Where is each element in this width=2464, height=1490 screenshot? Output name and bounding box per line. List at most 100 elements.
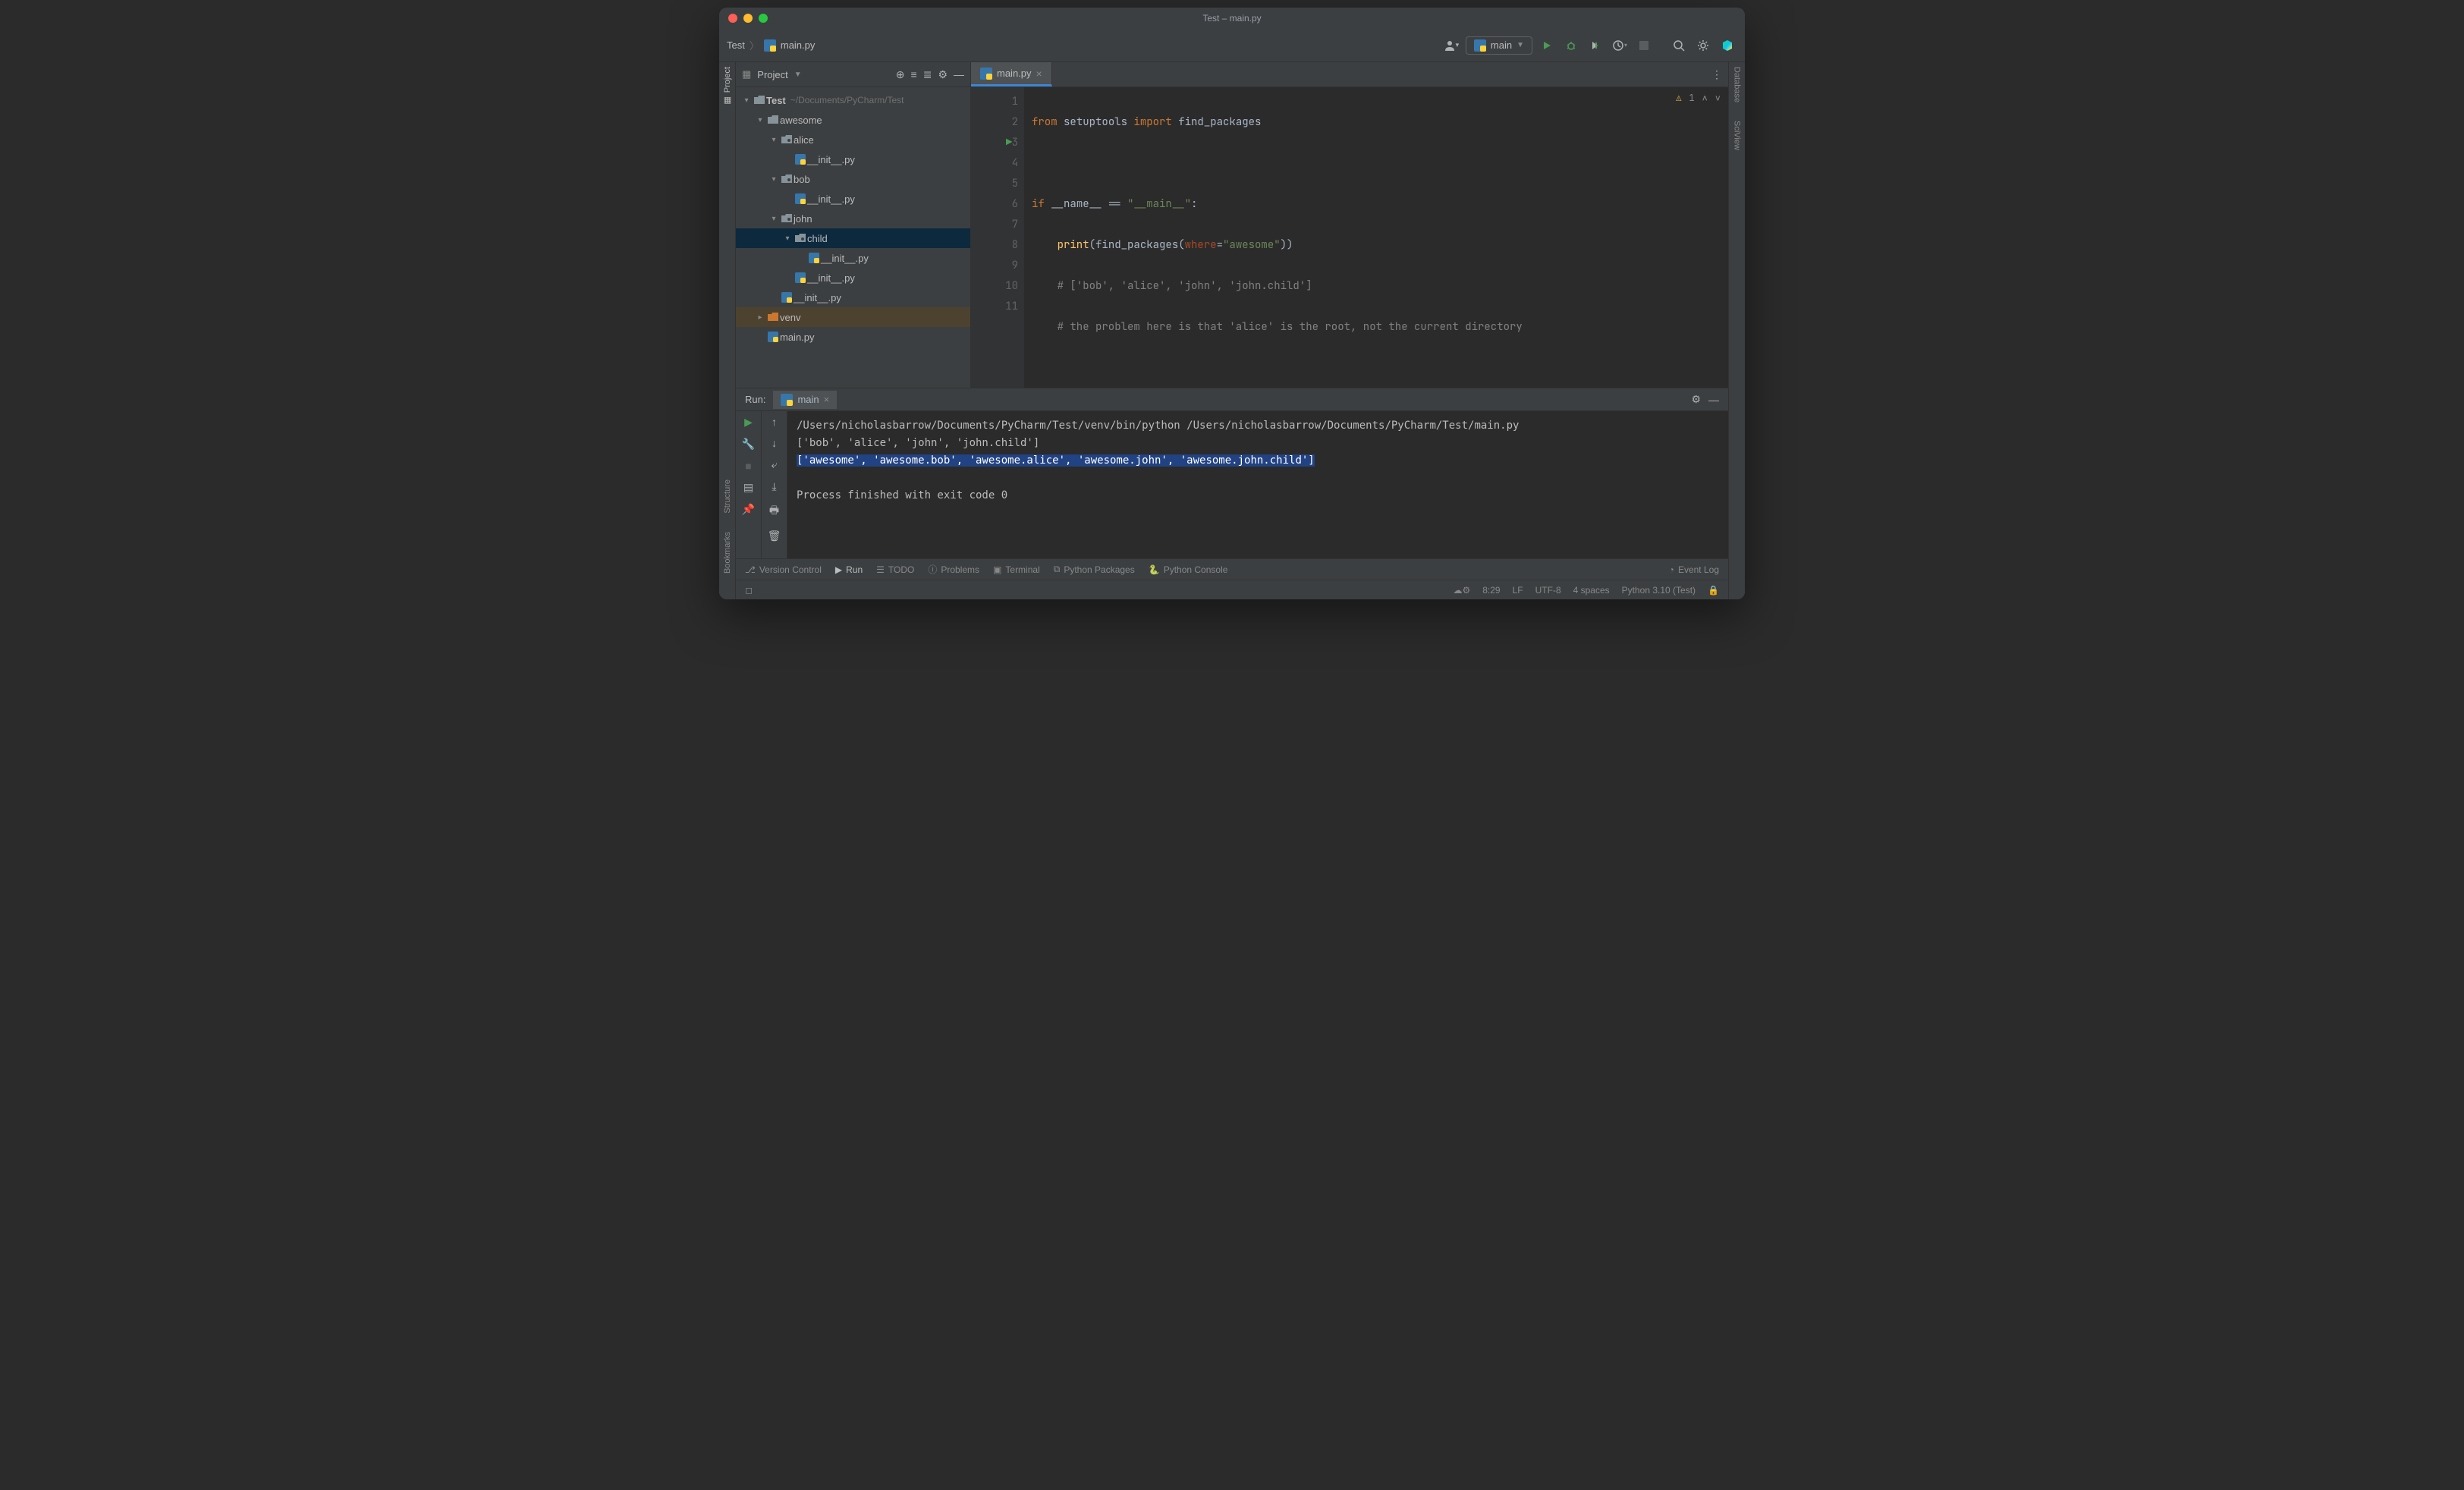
project-tool-button[interactable]: ▦Project (723, 67, 732, 105)
debug-button[interactable] (1561, 36, 1581, 55)
jetbrains-toolbox-icon[interactable] (1718, 36, 1737, 55)
prev-highlight-icon[interactable]: ∧ (1702, 92, 1708, 104)
close-window-button[interactable] (728, 14, 737, 23)
editor-tabs: main.py × ⋮ (971, 62, 1728, 87)
hide-run-icon[interactable]: — (1708, 394, 1719, 406)
print-icon[interactable]: 🖶 (769, 502, 779, 520)
terminal-tool-button[interactable]: ▣Terminal (993, 564, 1040, 575)
editor-more-icon[interactable]: ⋮ (1711, 68, 1722, 81)
bottom-tool-bar: ⎇Version Control ▶Run ☰TODO ⓘProblems ▣T… (736, 558, 1728, 580)
database-tool-button[interactable]: Database (1733, 67, 1742, 102)
background-tasks-icon[interactable]: ☁⚙ (1453, 585, 1470, 596)
bookmarks-tool-button[interactable]: Bookmarks (723, 532, 732, 574)
up-icon[interactable]: ↑ (772, 416, 777, 428)
warning-icon: ⚠ (1676, 92, 1681, 104)
tree-folder-alice[interactable]: ▾ alice (736, 130, 970, 149)
tree-root[interactable]: ▾ Test ~/Documents/PyCharm/Test (736, 90, 970, 110)
fix-icon[interactable]: 🔧 (742, 438, 755, 451)
code-editor[interactable]: ⚠ 1 ∧ ∨ 1 2 ▶3 4 5 6 7 (971, 87, 1728, 388)
run-gutter-icon[interactable]: ▶ (1006, 133, 1012, 153)
caret-position[interactable]: 8:29 (1482, 585, 1500, 596)
run-tool-button[interactable]: ▶Run (835, 564, 863, 575)
layout-icon[interactable]: ▤ (743, 481, 753, 494)
chevron-down-icon[interactable]: ▼ (794, 71, 802, 79)
panel-settings-icon[interactable]: ⚙ (938, 68, 948, 81)
breadcrumb-project[interactable]: Test (727, 39, 745, 51)
pin-icon[interactable]: 📌 (742, 503, 755, 516)
run-tab[interactable]: main × (773, 391, 837, 409)
event-log-icon: ◔ (1669, 564, 1674, 575)
run-settings-icon[interactable]: ⚙ (1691, 393, 1701, 406)
tool-windows-toggle-icon[interactable]: ◻ (745, 585, 753, 596)
scroll-to-end-icon[interactable]: ⤓ (772, 480, 776, 493)
left-tool-rail: ▦Project Structure Bookmarks (719, 62, 736, 599)
version-control-button[interactable]: ⎇Version Control (745, 564, 822, 575)
run-configuration-selector[interactable]: main ▼ (1466, 36, 1532, 55)
settings-button[interactable] (1693, 36, 1713, 55)
hide-panel-icon[interactable]: — (954, 68, 964, 80)
editor-gutter[interactable]: 1 2 ▶3 4 5 6 7 8 9 10 11 (971, 87, 1024, 388)
tree-file-main[interactable]: main.py (736, 327, 970, 347)
inspections-widget[interactable]: ⚠ 1 ∧ ∨ (1676, 92, 1721, 104)
coverage-button[interactable] (1586, 36, 1605, 55)
python-icon (1474, 39, 1486, 52)
lock-icon[interactable]: 🔒 (1708, 585, 1719, 596)
tree-folder-child[interactable]: ▾ child (736, 228, 970, 248)
select-opened-file-icon[interactable]: ⊕ (896, 68, 905, 81)
problems-tool-button[interactable]: ⓘProblems (928, 563, 979, 576)
run-tab-label: main (797, 394, 819, 405)
tree-file-bob-init[interactable]: __init__.py (736, 189, 970, 209)
profile-button[interactable]: ▾ (1610, 36, 1630, 55)
expand-all-icon[interactable]: ≡ (911, 68, 917, 80)
event-log-button[interactable]: ◔Event Log (1669, 564, 1719, 575)
search-everywhere-button[interactable] (1669, 36, 1689, 55)
maximize-window-button[interactable] (759, 14, 768, 23)
tree-folder-awesome[interactable]: ▾ awesome (736, 110, 970, 130)
down-icon[interactable]: ↓ (772, 437, 777, 449)
stop-icon[interactable]: ■ (745, 460, 751, 472)
line-separator[interactable]: LF (1513, 585, 1523, 596)
tree-folder-venv[interactable]: ▸ venv (736, 307, 970, 327)
tree-folder-john[interactable]: ▾ john (736, 209, 970, 228)
folder-icon (753, 96, 766, 105)
project-panel-title[interactable]: Project (757, 69, 787, 80)
project-tree[interactable]: ▾ Test ~/Documents/PyCharm/Test ▾ awesom… (736, 87, 970, 388)
breadcrumb-file[interactable]: main.py (781, 39, 816, 51)
indent-info[interactable]: 4 spaces (1573, 585, 1610, 596)
clear-icon[interactable]: 🗑 (768, 530, 781, 542)
close-tab-icon[interactable]: × (1036, 68, 1042, 80)
breadcrumb[interactable]: Test 〉 main.py (727, 38, 815, 52)
run-console-output[interactable]: /Users/nicholasbarrow/Documents/PyCharm/… (787, 411, 1728, 558)
rerun-icon[interactable]: ▶ (744, 416, 753, 429)
tree-folder-bob[interactable]: ▾ bob (736, 169, 970, 189)
tree-file-child-init[interactable]: __init__.py (736, 248, 970, 268)
python-console-button[interactable]: 🐍Python Console (1149, 564, 1228, 575)
collapse-all-icon[interactable]: ≣ (923, 68, 932, 81)
project-view-icon: ▦ (742, 68, 751, 80)
python-packages-button[interactable]: ⧉Python Packages (1054, 564, 1135, 575)
next-highlight-icon[interactable]: ∨ (1715, 92, 1721, 104)
package-icon (794, 234, 807, 243)
code-content[interactable]: from setuptools import find_packages if … (1024, 87, 1728, 388)
run-config-name: main (1491, 39, 1512, 51)
folder-icon (766, 313, 780, 322)
run-tool-window: Run: main × ⚙ — ▶ 🔧 ■ ▤ (736, 388, 1728, 558)
stop-button[interactable] (1634, 36, 1654, 55)
structure-tool-button[interactable]: Structure (723, 479, 732, 514)
file-encoding[interactable]: UTF-8 (1535, 585, 1561, 596)
close-run-tab-icon[interactable]: × (824, 394, 830, 405)
todo-tool-button[interactable]: ☰TODO (876, 564, 914, 575)
run-button[interactable] (1537, 36, 1557, 55)
run-header: Run: main × ⚙ — (736, 388, 1728, 411)
tree-file-awesome-init[interactable]: __init__.py (736, 288, 970, 307)
minimize-window-button[interactable] (743, 14, 753, 23)
editor-tab-main[interactable]: main.py × (971, 62, 1052, 86)
tree-file-john-init[interactable]: __init__.py (736, 268, 970, 288)
python-file-icon (807, 253, 821, 263)
soft-wrap-icon[interactable]: ⤶ (772, 458, 778, 471)
python-interpreter[interactable]: Python 3.10 (Test) (1622, 585, 1696, 596)
vcs-user-icon[interactable]: ▾ (1441, 36, 1461, 55)
right-tool-rail: Database SciView (1728, 62, 1745, 599)
sciview-tool-button[interactable]: SciView (1733, 121, 1742, 150)
tree-file-alice-init[interactable]: __init__.py (736, 149, 970, 169)
